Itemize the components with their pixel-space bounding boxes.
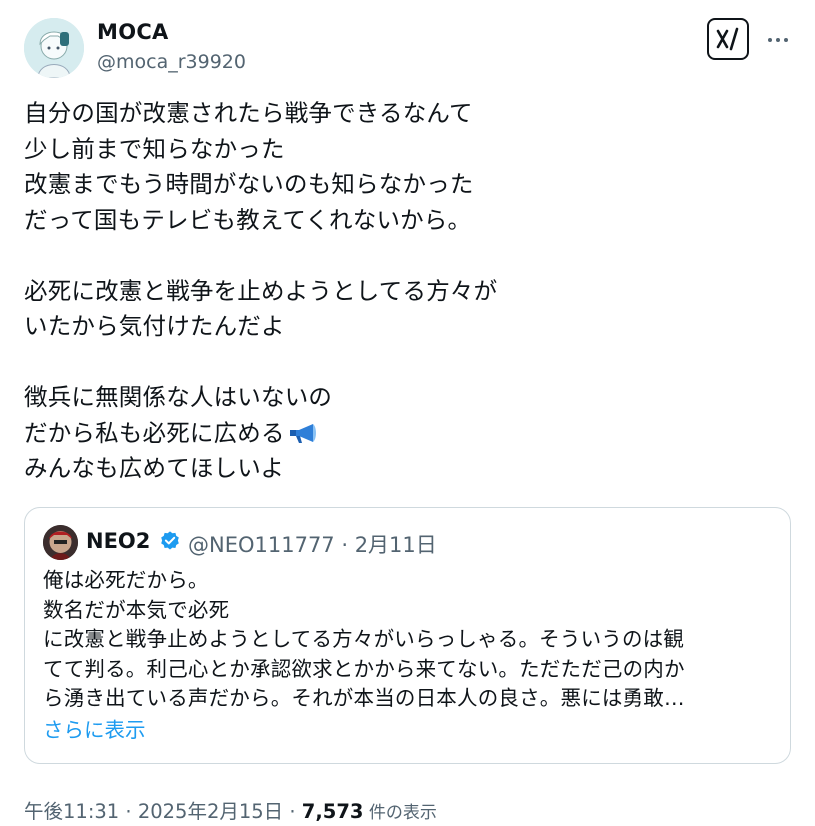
more-button[interactable] — [760, 22, 796, 58]
tweet-time[interactable]: 午後11:31 — [24, 800, 119, 823]
tweet-line: 自分の国が改憲されたら戦争できるなんて — [24, 99, 473, 127]
tweet-date[interactable]: 2025年2月15日 — [138, 800, 283, 823]
tweet-line: だから私も必死に広める — [24, 418, 285, 447]
tweet-footer: 午後11:31 · 2025年2月15日 · 7,573 件の表示 — [24, 795, 437, 824]
quoted-tweet[interactable]: NEO2 @NEO111777 · 2月11日 俺は必死だから。 数名だが本気で… — [24, 507, 791, 764]
tweet-line: だって国もテレビも教えてくれないから。 — [24, 205, 472, 234]
quote-handle-date[interactable]: @NEO111777 · 2月11日 — [188, 529, 437, 559]
author-avatar[interactable] — [24, 18, 84, 78]
view-count: 7,573 — [301, 800, 364, 823]
tweet-line-with-emoji: だから私も必死に広める — [24, 416, 784, 452]
tweet-line: いたから気付けたんだよ — [24, 312, 285, 340]
quote-line: 数名だが本気で必死 — [43, 597, 230, 622]
quote-line: に改憲と戦争止めようとしてる方々がいらっしゃる。そういうのは観 — [43, 627, 685, 651]
quote-text: 俺は必死だから。 数名だが本気で必死 に改憲と戦争止めようとしてる方々がいらっし… — [43, 566, 778, 714]
quote-author-avatar[interactable] — [43, 525, 78, 560]
quote-author-name[interactable]: NEO2 — [86, 529, 150, 553]
tweet-line: 徴兵に無関係な人はいないの — [24, 383, 333, 411]
separator: · — [283, 800, 302, 823]
tweet-line: 少し前まで知らなかった — [24, 134, 285, 163]
quote-line: 俺は必死だから。 — [43, 568, 209, 592]
quote-line: てて判る。利己心とか承認欲求とかから来てない。ただただ己の内か — [43, 656, 685, 681]
show-more-link[interactable]: さらに表示 — [43, 713, 146, 743]
author-handle[interactable]: @moca_r39920 — [97, 51, 246, 73]
tweet-text: 自分の国が改憲されたら戦争できるなんて 少し前まで知らなかった 改憲までもう時間… — [24, 96, 784, 487]
view-count-label: 件の表示 — [363, 803, 437, 823]
quote-avatar-illustration — [43, 525, 78, 560]
grok-button[interactable] — [707, 18, 749, 60]
verified-badge-icon — [159, 530, 181, 556]
more-icon — [768, 38, 772, 42]
grok-icon — [716, 27, 739, 51]
tweet-line: みんなも広めてほしいよ — [24, 454, 285, 482]
quote-line: ら湧き出ている声だから。それが本当の日本人の良さ。悪には勇敢… — [43, 686, 685, 710]
separator: · — [119, 800, 138, 823]
author-display-name[interactable]: MOCA — [97, 20, 169, 44]
tweet-line: 必死に改憲と戦争を止めようとしてる方々が — [24, 276, 498, 305]
tweet-line: 改憲までもう時間がないのも知らなかった — [24, 170, 474, 198]
tweet-detail: MOCA @moca_r39920 自分の国が改憲されたら戦争できるなんて 少し… — [0, 0, 815, 826]
avatar-illustration — [24, 18, 84, 78]
megaphone-icon — [287, 420, 319, 456]
